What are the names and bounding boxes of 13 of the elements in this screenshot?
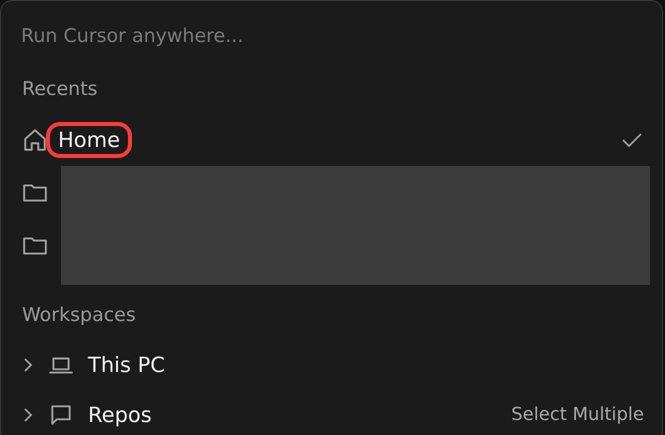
search-field[interactable]: Run Cursor anywhere...	[21, 19, 642, 54]
chevron-icon[interactable]	[22, 356, 34, 374]
item-label: This PC	[88, 352, 165, 377]
section-header: Recents	[22, 77, 98, 102]
home-icon	[22, 126, 48, 153]
recent-item[interactable]: Home	[1, 113, 662, 166]
item-label: Repos	[88, 402, 152, 427]
workspace-item[interactable]: Repos Select Multiple	[1, 390, 662, 435]
section-header: Workspaces	[22, 303, 136, 328]
item-label: Home	[58, 128, 120, 152]
chevron-icon[interactable]	[22, 406, 34, 424]
select-multiple-link[interactable]: Select Multiple	[511, 404, 644, 426]
workspace-item[interactable]: This PC	[1, 340, 662, 390]
